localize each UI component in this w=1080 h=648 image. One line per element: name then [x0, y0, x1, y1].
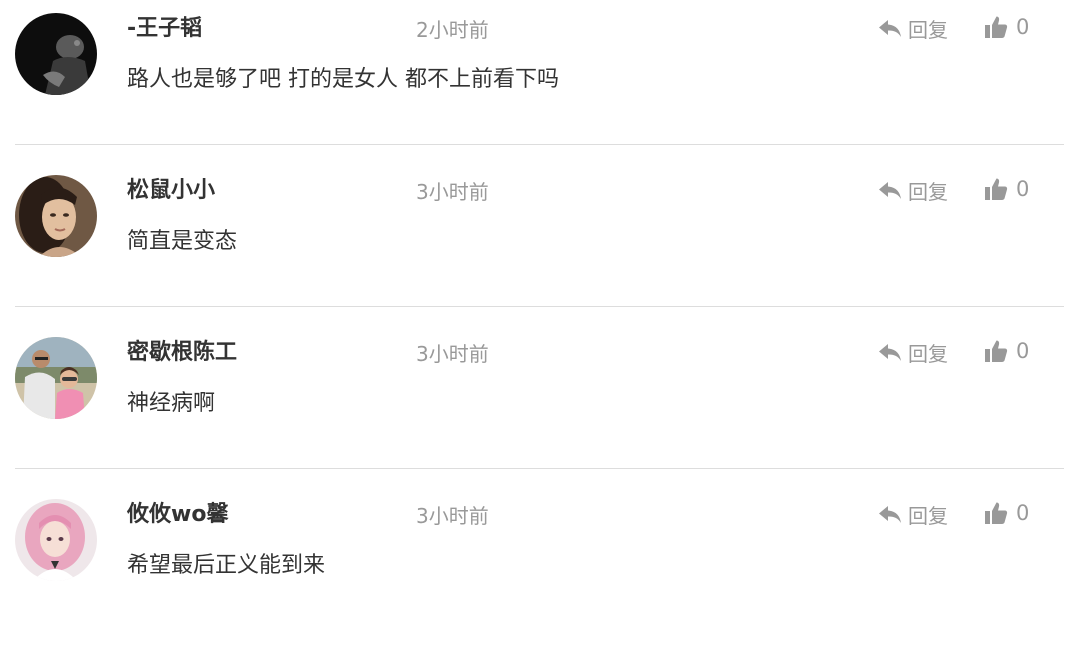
- comment-item: 攸攸wo馨 3小时前 回复 0 希望最后正义能到来: [0, 486, 1080, 648]
- comment-text: 路人也是够了吧 打的是女人 都不上前看下吗: [127, 67, 559, 92]
- like-button[interactable]: 0: [984, 498, 1029, 528]
- divider: [15, 144, 1064, 145]
- avatar[interactable]: [15, 13, 97, 95]
- reply-button[interactable]: 回复: [878, 13, 948, 43]
- avatar[interactable]: [15, 337, 97, 419]
- comment-item: 密歇根陈工 3小时前 回复 0 神经病啊: [0, 324, 1080, 486]
- username[interactable]: 松鼠小小: [127, 176, 215, 206]
- reply-arrow-icon: [879, 506, 901, 523]
- username[interactable]: 攸攸wo馨: [127, 500, 228, 530]
- avatar[interactable]: [15, 499, 97, 581]
- comment-text: 简直是变态: [127, 229, 238, 254]
- thumbs-up-icon: [985, 502, 1008, 524]
- reply-button[interactable]: 回复: [878, 337, 948, 367]
- like-button[interactable]: 0: [984, 174, 1029, 204]
- like-button[interactable]: 0: [984, 12, 1029, 42]
- like-count: 0: [1016, 177, 1030, 201]
- comment-time: 2小时前: [416, 18, 489, 42]
- like-button[interactable]: 0: [984, 336, 1029, 366]
- reply-button[interactable]: 回复: [878, 499, 948, 529]
- reply-arrow-icon: [879, 20, 901, 37]
- username[interactable]: 密歇根陈工: [127, 338, 237, 368]
- comment-text: 希望最后正义能到来: [127, 553, 326, 578]
- thumbs-up-icon: [985, 340, 1008, 362]
- comment-time: 3小时前: [416, 504, 489, 528]
- comment-text: 神经病啊: [127, 391, 216, 416]
- comment-item: 松鼠小小 3小时前 回复 0 简直是变态: [0, 162, 1080, 324]
- avatar[interactable]: [15, 175, 97, 257]
- divider: [15, 306, 1064, 307]
- thumbs-up-icon: [985, 16, 1008, 38]
- like-count: 0: [1016, 15, 1030, 39]
- reply-label: 回复: [908, 503, 948, 528]
- comment-time: 3小时前: [416, 180, 489, 204]
- reply-label: 回复: [908, 17, 948, 42]
- reply-arrow-icon: [879, 182, 901, 199]
- username[interactable]: -王子韬: [127, 14, 202, 44]
- reply-button[interactable]: 回复: [878, 175, 948, 205]
- comment-time: 3小时前: [416, 342, 489, 366]
- reply-label: 回复: [908, 341, 948, 366]
- like-count: 0: [1016, 339, 1030, 363]
- comment-item: -王子韬 2小时前 回复 0 路人也是够了吧 打的是女人 都不上前看下吗: [0, 0, 1080, 162]
- like-count: 0: [1016, 501, 1030, 525]
- divider: [15, 468, 1064, 469]
- reply-label: 回复: [908, 179, 948, 204]
- reply-arrow-icon: [879, 344, 901, 361]
- thumbs-up-icon: [985, 178, 1008, 200]
